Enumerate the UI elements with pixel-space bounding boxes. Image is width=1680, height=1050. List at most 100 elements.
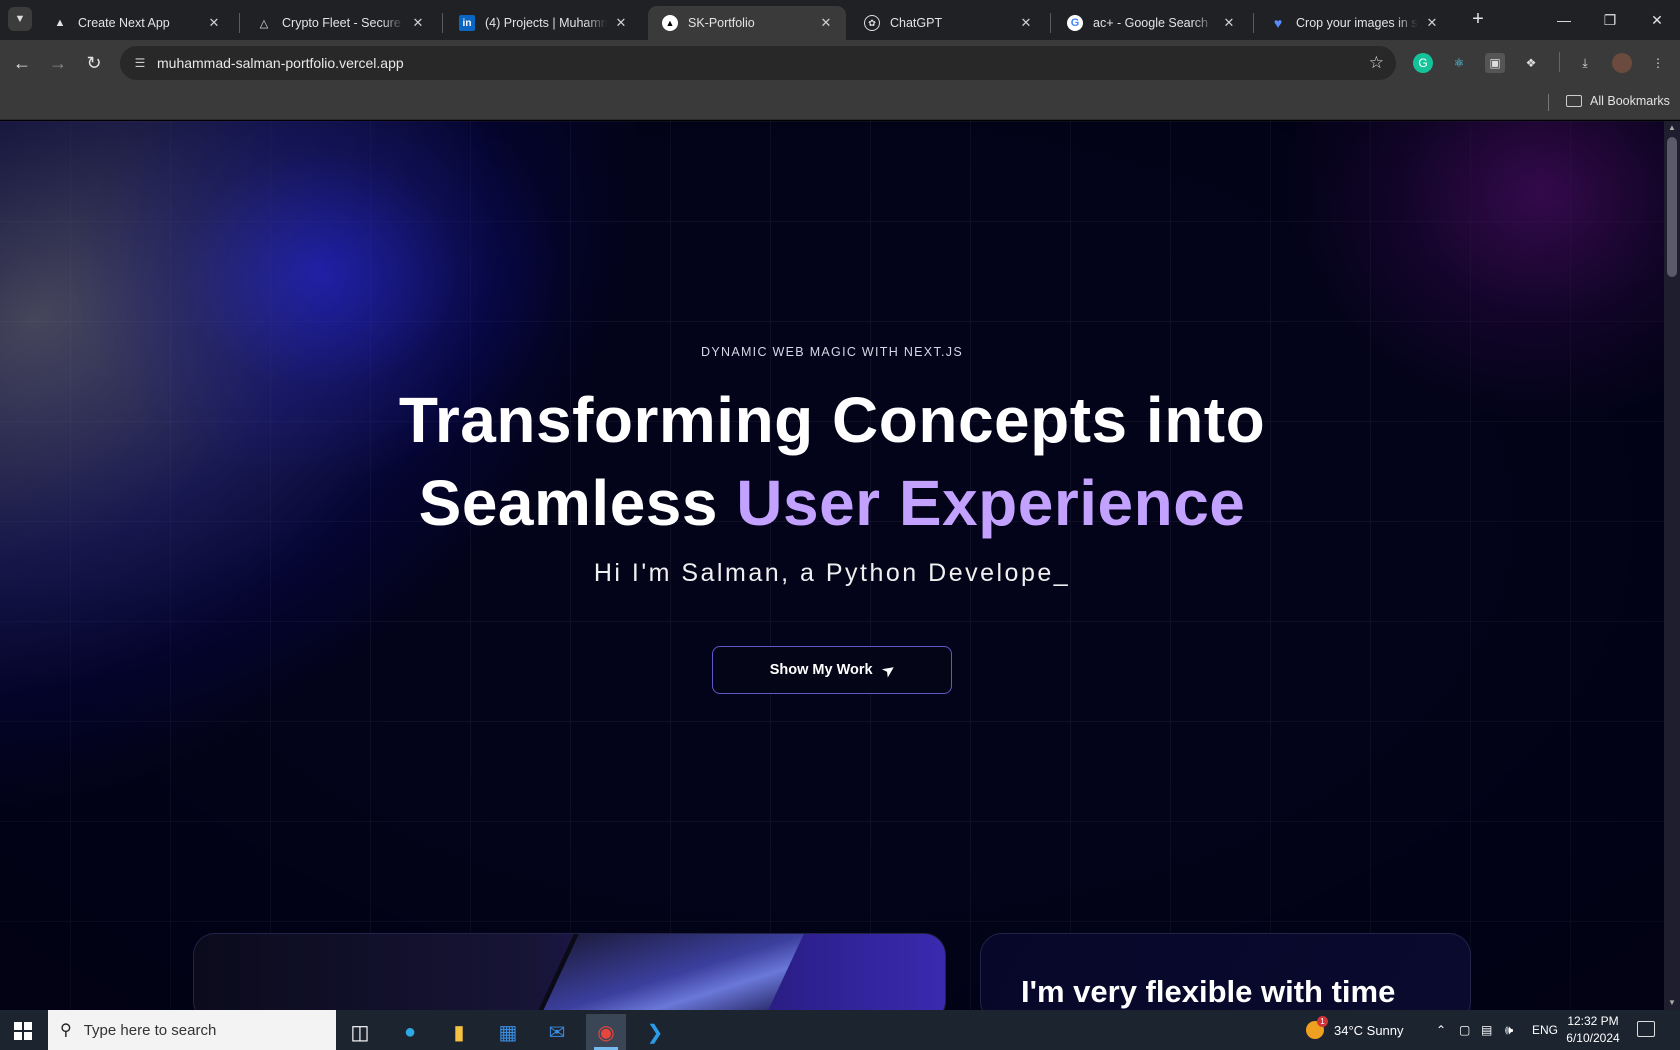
vscode-icon[interactable]: ❯ bbox=[635, 1014, 675, 1050]
url-text: muhammad-salman-portfolio.vercel.app bbox=[157, 55, 404, 71]
profile-avatar[interactable] bbox=[1612, 53, 1632, 73]
tab-title: Crop your images in seco bbox=[1296, 16, 1418, 30]
headline-plain-text: Seamless bbox=[418, 467, 737, 539]
address-bar[interactable]: ☰ muhammad-salman-portfolio.vercel.app ☆ bbox=[120, 46, 1396, 80]
scroll-up-arrow-icon[interactable]: ▲ bbox=[1664, 121, 1680, 135]
menu-kebab-icon[interactable]: ⋮ bbox=[1648, 53, 1668, 73]
language-indicator[interactable]: ENG bbox=[1532, 1010, 1558, 1050]
taskbar-search-placeholder: Type here to search bbox=[83, 1021, 217, 1039]
hero-eyebrow: DYNAMIC WEB MAGIC WITH NEXT.JS bbox=[701, 345, 963, 359]
task-view-icon[interactable]: ◫ bbox=[340, 1014, 380, 1050]
show-my-work-button[interactable]: Show My Work ➤ bbox=[712, 646, 952, 694]
restore-button[interactable]: ❐ bbox=[1598, 8, 1622, 32]
tab-title: Crypto Fleet - Secure and bbox=[282, 16, 404, 30]
tab-separator bbox=[239, 13, 240, 33]
tab-chatgpt[interactable]: ✿ ChatGPT ✕ bbox=[850, 6, 1046, 40]
tab-linkedin-projects[interactable]: in (4) Projects | Muhammad ✕ bbox=[445, 6, 641, 40]
tab-separator bbox=[442, 13, 443, 33]
close-window-button[interactable]: ✕ bbox=[1645, 8, 1669, 32]
forward-button[interactable]: → bbox=[46, 51, 70, 75]
weather-badge: 1 bbox=[1317, 1016, 1328, 1027]
tab-strip: ▼ ▲ Create Next App ✕ △ Crypto Fleet - S… bbox=[0, 0, 1680, 40]
taskbar-clock[interactable]: 12:32 PM 6/10/2024 bbox=[1563, 1013, 1623, 1047]
tab-title: Create Next App bbox=[78, 16, 170, 30]
chrome-icon[interactable]: ◉ bbox=[586, 1014, 626, 1050]
bookmarks-bar: All Bookmarks bbox=[0, 86, 1680, 120]
chevron-down-icon: ▼ bbox=[14, 13, 26, 25]
meet-now-icon[interactable]: ▢ bbox=[1459, 1010, 1470, 1050]
laptop-image bbox=[511, 934, 807, 1010]
tab-title: SK-Portfolio bbox=[688, 16, 755, 30]
close-icon[interactable]: ✕ bbox=[410, 15, 426, 31]
windows-start-button[interactable] bbox=[14, 1022, 32, 1040]
cta-label: Show My Work bbox=[769, 662, 873, 678]
react-devtools-icon[interactable]: ⚛ bbox=[1449, 53, 1469, 73]
tab-separator bbox=[1253, 13, 1254, 33]
page-viewport: DYNAMIC WEB MAGIC WITH NEXT.JS Transform… bbox=[0, 121, 1664, 1010]
tab-title: (4) Projects | Muhammad bbox=[485, 16, 607, 30]
tab-search-button[interactable]: ▼ bbox=[8, 7, 32, 31]
download-icon[interactable]: ⤓ bbox=[1575, 53, 1595, 73]
bookmark-star-icon[interactable]: ☆ bbox=[1369, 53, 1384, 73]
typing-subtitle: Hi I'm Salman, a Python Develope_ bbox=[593, 559, 1071, 587]
chatgpt-icon: ✿ bbox=[864, 15, 880, 31]
site-info-icon[interactable]: ☰ bbox=[132, 55, 148, 71]
tab-title: ac+ - Google Search bbox=[1093, 16, 1208, 30]
back-button[interactable]: ← bbox=[10, 51, 34, 75]
page-scrollbar[interactable]: ▲ ▼ bbox=[1664, 121, 1680, 1010]
notification-center-icon[interactable] bbox=[1637, 1021, 1655, 1037]
vercel-triangle-icon: ▲ bbox=[54, 17, 66, 29]
puzzle-extensions-icon[interactable]: ❖ bbox=[1521, 53, 1541, 73]
minimize-button[interactable]: — bbox=[1552, 8, 1576, 32]
tab-crop-images[interactable]: ♥ Crop your images in seco ✕ bbox=[1256, 6, 1452, 40]
heart-gem-icon: ♥ bbox=[1273, 15, 1283, 31]
clock-time: 12:32 PM bbox=[1567, 1014, 1619, 1028]
tab-sk-portfolio[interactable]: ▲ SK-Portfolio ✕ bbox=[648, 6, 846, 40]
network-icon[interactable]: ▤ bbox=[1481, 1010, 1492, 1050]
linkedin-icon: in bbox=[459, 15, 475, 31]
close-icon[interactable]: ✕ bbox=[1018, 15, 1034, 31]
hero-headline-line1: Transforming Concepts into bbox=[398, 384, 1266, 456]
tab-create-next-app[interactable]: ▲ Create Next App ✕ bbox=[38, 6, 234, 40]
scrollbar-thumb[interactable] bbox=[1667, 137, 1677, 277]
clock-date: 6/10/2024 bbox=[1566, 1031, 1620, 1045]
bookmarks-separator bbox=[1548, 94, 1549, 111]
hero-headline-line2: Seamless User Experience bbox=[0, 466, 1664, 540]
weather-widget[interactable]: 1 34°C Sunny bbox=[1306, 1010, 1404, 1050]
reload-button[interactable]: ↻ bbox=[82, 51, 106, 75]
bento-card-flexible: I'm very flexible with time bbox=[980, 933, 1471, 1010]
file-explorer-icon[interactable]: ▮ bbox=[439, 1014, 479, 1050]
drive-icon: △ bbox=[259, 17, 269, 30]
windows-taskbar: ⚲ Type here to search ◫ ● ▮ ▦ ✉ ◉ ❯ 1 34… bbox=[0, 1010, 1680, 1050]
volume-icon[interactable]: 🕪 bbox=[1505, 1010, 1513, 1050]
tab-google-search[interactable]: G ac+ - Google Search ✕ bbox=[1053, 6, 1249, 40]
headline-accent-text: User Experience bbox=[736, 467, 1246, 539]
mail-icon[interactable]: ✉ bbox=[537, 1014, 577, 1050]
search-icon: ⚲ bbox=[60, 1022, 72, 1039]
close-icon[interactable]: ✕ bbox=[818, 15, 834, 31]
tab-separator bbox=[1050, 13, 1051, 33]
vercel-triangle-icon: ▲ bbox=[662, 15, 678, 31]
grammarly-icon[interactable]: G bbox=[1413, 53, 1433, 73]
close-icon[interactable]: ✕ bbox=[1221, 15, 1237, 31]
taskbar-search-box[interactable]: ⚲ Type here to search bbox=[48, 1010, 336, 1050]
close-icon[interactable]: ✕ bbox=[1424, 15, 1440, 31]
weather-sun-icon: 1 bbox=[1306, 1016, 1328, 1039]
send-arrow-icon: ➤ bbox=[878, 659, 898, 680]
all-bookmarks-button[interactable]: All Bookmarks bbox=[1566, 94, 1670, 108]
all-bookmarks-label: All Bookmarks bbox=[1590, 94, 1670, 108]
tab-crypto-fleet[interactable]: △ Crypto Fleet - Secure and ✕ bbox=[242, 6, 438, 40]
show-hidden-icons-chevron[interactable]: ⌃ bbox=[1436, 1010, 1446, 1050]
tab-title: ChatGPT bbox=[890, 16, 943, 30]
scroll-down-arrow-icon[interactable]: ▼ bbox=[1664, 996, 1680, 1010]
toolbar-separator bbox=[1559, 52, 1560, 72]
new-tab-button[interactable]: + bbox=[1467, 9, 1489, 31]
bento-card-laptop bbox=[193, 933, 946, 1010]
close-icon[interactable]: ✕ bbox=[206, 15, 222, 31]
microsoft-store-icon[interactable]: ▦ bbox=[488, 1014, 528, 1050]
close-icon[interactable]: ✕ bbox=[613, 15, 629, 31]
extension-icon[interactable]: ▣ bbox=[1485, 53, 1505, 73]
card-title: I'm very flexible with time bbox=[1021, 974, 1396, 1009]
edge-icon[interactable]: ● bbox=[390, 1014, 430, 1050]
browser-toolbar: ← → ↻ ☰ muhammad-salman-portfolio.vercel… bbox=[0, 40, 1680, 86]
